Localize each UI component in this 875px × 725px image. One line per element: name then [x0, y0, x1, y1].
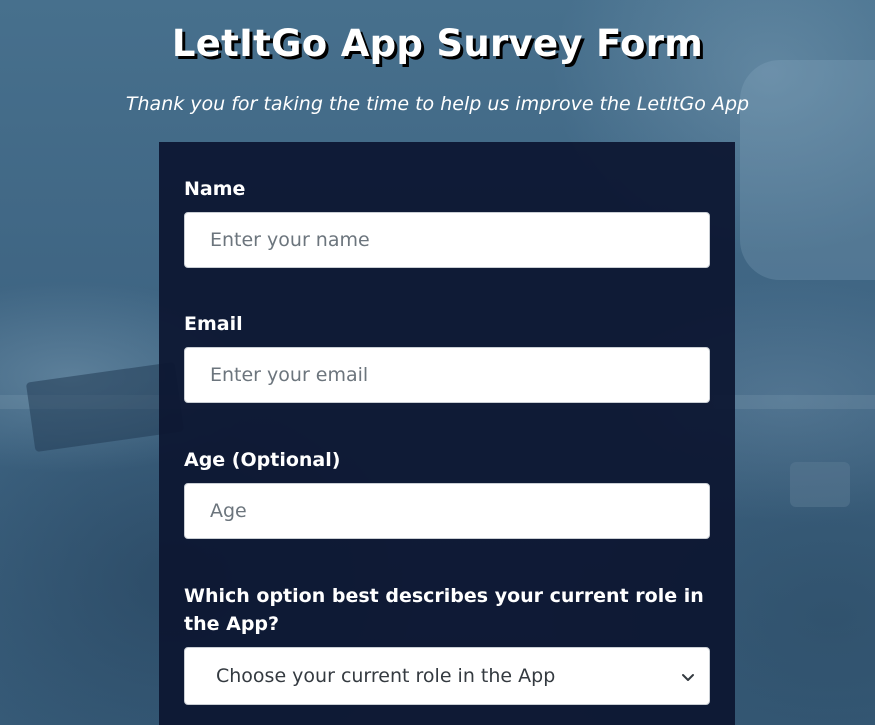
- background-cup-shape: [790, 462, 850, 507]
- survey-form: Name Email Age (Optional) Which option b…: [159, 142, 735, 725]
- role-dropdown-value: Choose your current role in the App: [216, 665, 556, 687]
- email-input[interactable]: [184, 347, 710, 403]
- name-input[interactable]: [184, 212, 710, 268]
- role-label: Which option best describes your current…: [184, 585, 704, 635]
- role-dropdown[interactable]: Choose your current role in the App: [184, 647, 710, 705]
- chevron-down-icon: [681, 669, 695, 683]
- age-input[interactable]: [184, 483, 710, 539]
- page-description: Thank you for taking the time to help us…: [125, 93, 750, 115]
- email-label: Email: [184, 313, 243, 335]
- age-label: Age (Optional): [184, 449, 341, 471]
- name-label: Name: [184, 178, 246, 200]
- page-title: LetItGo App Survey Form: [171, 22, 704, 65]
